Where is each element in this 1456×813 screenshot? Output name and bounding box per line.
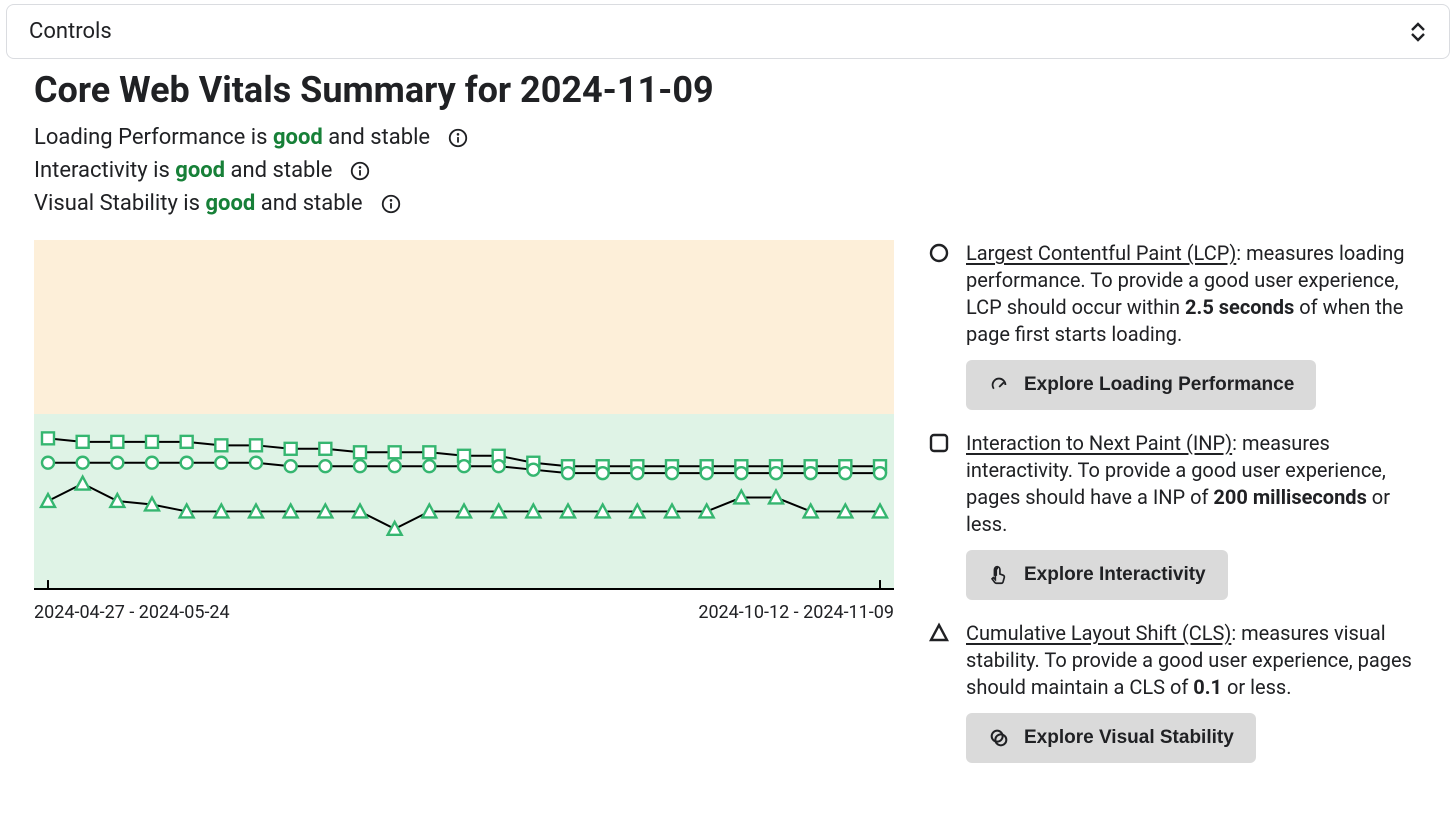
speedometer-icon <box>988 374 1010 396</box>
data-point <box>423 446 435 458</box>
data-point <box>215 457 227 469</box>
legend-item-cls: Cumulative Layout Shift (CLS): measures … <box>928 620 1422 763</box>
data-point <box>42 457 54 469</box>
data-point <box>388 522 402 535</box>
data-point <box>735 467 747 479</box>
data-point <box>76 477 90 490</box>
legend-item-lcp: Largest Contentful Paint (LCP): measures… <box>928 240 1422 410</box>
data-point <box>285 443 297 455</box>
x-axis-start-label: 2024-04-27 - 2024-05-24 <box>34 602 230 623</box>
x-axis-end-label: 2024-10-12 - 2024-11-09 <box>698 602 894 623</box>
info-icon[interactable] <box>379 192 403 216</box>
circle-marker-icon <box>928 240 956 348</box>
data-point <box>389 446 401 458</box>
data-point <box>250 439 262 451</box>
data-point <box>805 467 817 479</box>
explore-loading-performance-button[interactable]: Explore Loading Performance <box>966 360 1316 410</box>
data-point <box>319 460 331 472</box>
data-point <box>770 467 782 479</box>
data-point <box>701 467 713 479</box>
data-point <box>146 436 158 448</box>
cwv-trend-chart: 2024-04-27 - 2024-05-24 2024-10-12 - 202… <box>34 240 894 623</box>
data-point <box>423 460 435 472</box>
data-point <box>77 436 89 448</box>
data-point <box>285 460 297 472</box>
inp-link[interactable]: Interaction to Next Paint (INP) <box>966 431 1232 455</box>
data-point <box>181 436 193 448</box>
data-point <box>42 432 54 444</box>
data-point <box>215 439 227 451</box>
data-point <box>562 467 574 479</box>
data-point <box>319 443 331 455</box>
controls-label: Controls <box>29 19 112 44</box>
data-point <box>839 467 851 479</box>
data-point <box>181 457 193 469</box>
data-point <box>146 457 158 469</box>
controls-panel[interactable]: Controls <box>6 4 1450 59</box>
info-icon[interactable] <box>446 126 470 150</box>
data-point <box>458 460 470 472</box>
explore-interactivity-button[interactable]: Explore Interactivity <box>966 550 1228 600</box>
expand-collapse-icon[interactable] <box>1409 22 1427 42</box>
square-marker-icon <box>928 430 956 538</box>
data-point <box>389 460 401 472</box>
layers-icon <box>988 727 1010 749</box>
touch-icon <box>988 564 1010 586</box>
summary-line: Visual Stability is good and stable <box>34 191 1422 216</box>
data-point <box>527 464 539 476</box>
data-point <box>631 467 643 479</box>
data-point <box>77 457 89 469</box>
data-point <box>493 460 505 472</box>
data-point <box>597 467 609 479</box>
explore-visual-stability-button[interactable]: Explore Visual Stability <box>966 713 1256 763</box>
triangle-marker-icon <box>928 620 956 701</box>
data-point <box>111 457 123 469</box>
info-icon[interactable] <box>348 159 372 183</box>
data-point <box>250 457 262 469</box>
page-title: Core Web Vitals Summary for 2024-11-09 <box>34 69 1422 111</box>
data-point <box>41 494 55 507</box>
summary-line: Loading Performance is good and stable <box>34 125 1422 150</box>
data-point <box>874 467 886 479</box>
data-point <box>354 446 366 458</box>
cls-link[interactable]: Cumulative Layout Shift (CLS) <box>966 621 1231 645</box>
lcp-link[interactable]: Largest Contentful Paint (LCP) <box>966 241 1236 265</box>
data-point <box>111 436 123 448</box>
data-point <box>666 467 678 479</box>
summary-line: Interactivity is good and stable <box>34 158 1422 183</box>
data-point <box>354 460 366 472</box>
legend-item-inp: Interaction to Next Paint (INP): measure… <box>928 430 1422 600</box>
